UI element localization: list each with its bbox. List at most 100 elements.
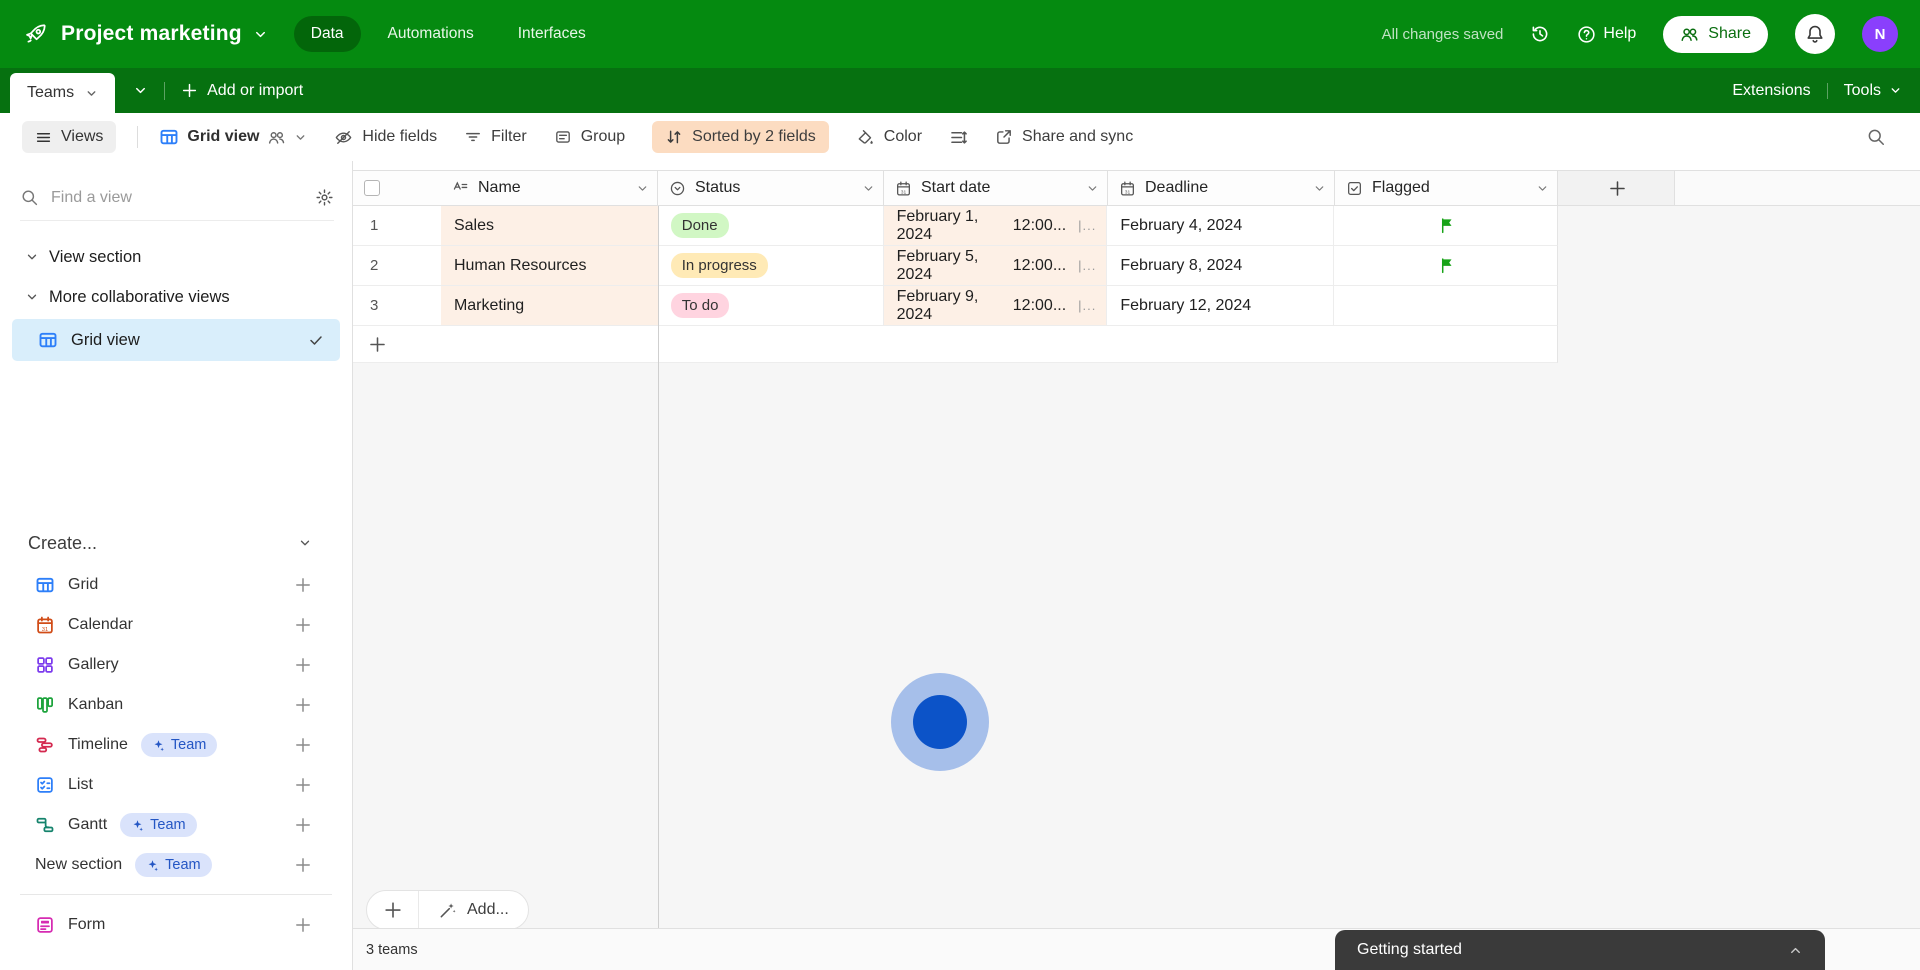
add-view-button[interactable] [294, 576, 312, 594]
share-sync-button[interactable]: Share and sync [995, 128, 1133, 146]
record-count: 3 teams [366, 942, 418, 958]
cell-status[interactable]: To do [658, 286, 884, 325]
add-or-import-button[interactable]: Add or import [181, 82, 303, 100]
row-height-button[interactable] [949, 128, 968, 147]
hide-fields-button[interactable]: Hide fields [334, 128, 437, 147]
search-button[interactable] [1866, 127, 1886, 147]
cell-status[interactable]: Done [658, 206, 884, 245]
share-button[interactable]: Share [1663, 16, 1768, 53]
cell-status[interactable]: In progress [658, 246, 884, 285]
cell-flagged[interactable] [1334, 286, 1557, 325]
sidebar-item-kanban[interactable]: Kanban [0, 685, 352, 725]
create-header[interactable]: Create... [0, 521, 352, 565]
team-badge-label: Team [150, 817, 185, 833]
column-header-start-date[interactable]: 31 Start date [884, 171, 1108, 206]
add-with-ai-button[interactable]: Add... [419, 891, 528, 929]
chevron-down-icon [1313, 182, 1326, 195]
cell-deadline[interactable]: February 4, 2024 [1107, 206, 1334, 245]
item-label: Grid [68, 576, 98, 594]
find-view-input[interactable]: Find a view [51, 189, 303, 207]
column-header-flagged[interactable]: Flagged [1335, 171, 1558, 206]
sort-label: Sorted by 2 fields [692, 128, 816, 146]
selected-view-label: Grid view [71, 331, 140, 350]
date-value: February 5, 2024 [897, 248, 1001, 284]
row-number: 2 [353, 246, 441, 285]
table-row[interactable]: 3 Marketing To do February 9, 2024 12:00… [353, 286, 1558, 326]
column-header-status[interactable]: Status [658, 171, 884, 206]
table-list-dropdown[interactable] [133, 83, 148, 98]
getting-started-panel[interactable]: Getting started [1335, 930, 1825, 970]
color-button[interactable]: Color [856, 128, 922, 147]
extensions-button[interactable]: Extensions [1732, 82, 1810, 100]
avatar[interactable]: N [1862, 16, 1898, 52]
chevron-down-icon [636, 182, 649, 195]
table-tab-teams[interactable]: Teams [10, 73, 115, 113]
filter-button[interactable]: Filter [464, 128, 527, 146]
add-view-button[interactable] [294, 916, 312, 934]
nav-tab-data[interactable]: Data [294, 16, 361, 52]
current-view-button[interactable]: Grid view [159, 127, 307, 147]
sidebar-item-form[interactable]: Form [0, 905, 352, 945]
item-label: Form [68, 916, 105, 934]
sidebar-item-calendar[interactable]: 31 Calendar [0, 605, 352, 645]
sidebar-item-gallery[interactable]: Gallery [0, 645, 352, 685]
add-field-button[interactable] [1558, 171, 1675, 206]
cell-deadline[interactable]: February 8, 2024 [1107, 246, 1334, 285]
view-section-label: View section [49, 248, 141, 267]
view-section-header[interactable]: View section [0, 237, 352, 277]
gear-icon[interactable] [315, 188, 334, 207]
paint-bucket-icon [856, 128, 875, 147]
sidebar-item-grid[interactable]: Grid [0, 565, 352, 605]
add-record-button[interactable] [367, 891, 419, 929]
sidebar-item-grid-view[interactable]: Grid view [12, 319, 340, 361]
sidebar-item-timeline[interactable]: Timeline Team [0, 725, 352, 765]
cell-start-date[interactable]: February 1, 2024 12:00... |... [884, 206, 1108, 245]
add-row-button[interactable] [353, 326, 1558, 363]
cell-start-date[interactable]: February 9, 2024 12:00... |... [884, 286, 1108, 325]
notifications-button[interactable] [1795, 14, 1835, 54]
hamburger-icon [35, 129, 52, 146]
chevron-up-icon [1788, 943, 1803, 958]
collab-views-section-header[interactable]: More collaborative views [0, 277, 352, 317]
cell-deadline[interactable]: February 12, 2024 [1107, 286, 1334, 325]
nav-tab-interfaces[interactable]: Interfaces [501, 16, 603, 52]
sidebar-item-new-section[interactable]: New section Team [0, 845, 352, 885]
add-section-button[interactable] [294, 856, 312, 874]
sidebar-item-list[interactable]: List [0, 765, 352, 805]
help-button[interactable]: Help [1577, 25, 1636, 44]
tools-button[interactable]: Tools [1844, 82, 1902, 100]
color-label: Color [884, 128, 922, 146]
frozen-column-divider[interactable] [658, 206, 659, 928]
add-view-button[interactable] [294, 696, 312, 714]
cell-name[interactable]: Human Resources [441, 246, 658, 285]
table-row[interactable]: 1 Sales Done February 1, 2024 12:00... |… [353, 206, 1558, 246]
history-icon[interactable] [1530, 24, 1550, 44]
select-all-checkbox[interactable] [364, 180, 380, 196]
views-toggle-button[interactable]: Views [22, 121, 116, 153]
nav-tab-automations[interactable]: Automations [371, 16, 491, 52]
chevron-down-icon [25, 290, 39, 304]
column-header-name[interactable]: Name [441, 171, 658, 206]
column-header-deadline[interactable]: 31 Deadline [1108, 171, 1335, 206]
add-view-button[interactable] [294, 816, 312, 834]
cell-start-date[interactable]: February 5, 2024 12:00... |... [884, 246, 1108, 285]
add-view-button[interactable] [294, 616, 312, 634]
kanban-icon [35, 695, 55, 715]
sort-button[interactable]: Sorted by 2 fields [652, 121, 829, 153]
add-view-button[interactable] [294, 656, 312, 674]
item-label: Gantt [68, 816, 107, 834]
cell-name[interactable]: Sales [441, 206, 658, 245]
sidebar-item-gantt[interactable]: Gantt Team [0, 805, 352, 845]
add-view-button[interactable] [294, 736, 312, 754]
svg-text:31: 31 [1125, 189, 1131, 195]
cell-name[interactable]: Marketing [441, 286, 658, 325]
table-row[interactable]: 2 Human Resources In progress February 5… [353, 246, 1558, 286]
base-switcher[interactable]: Project marketing [22, 20, 268, 48]
header-filler [1675, 171, 1920, 206]
timeline-icon [35, 735, 55, 755]
group-button[interactable]: Group [554, 128, 625, 146]
cell-flagged[interactable] [1334, 206, 1557, 245]
add-view-button[interactable] [294, 776, 312, 794]
cell-flagged[interactable] [1334, 246, 1557, 285]
column-label: Start date [921, 179, 990, 197]
